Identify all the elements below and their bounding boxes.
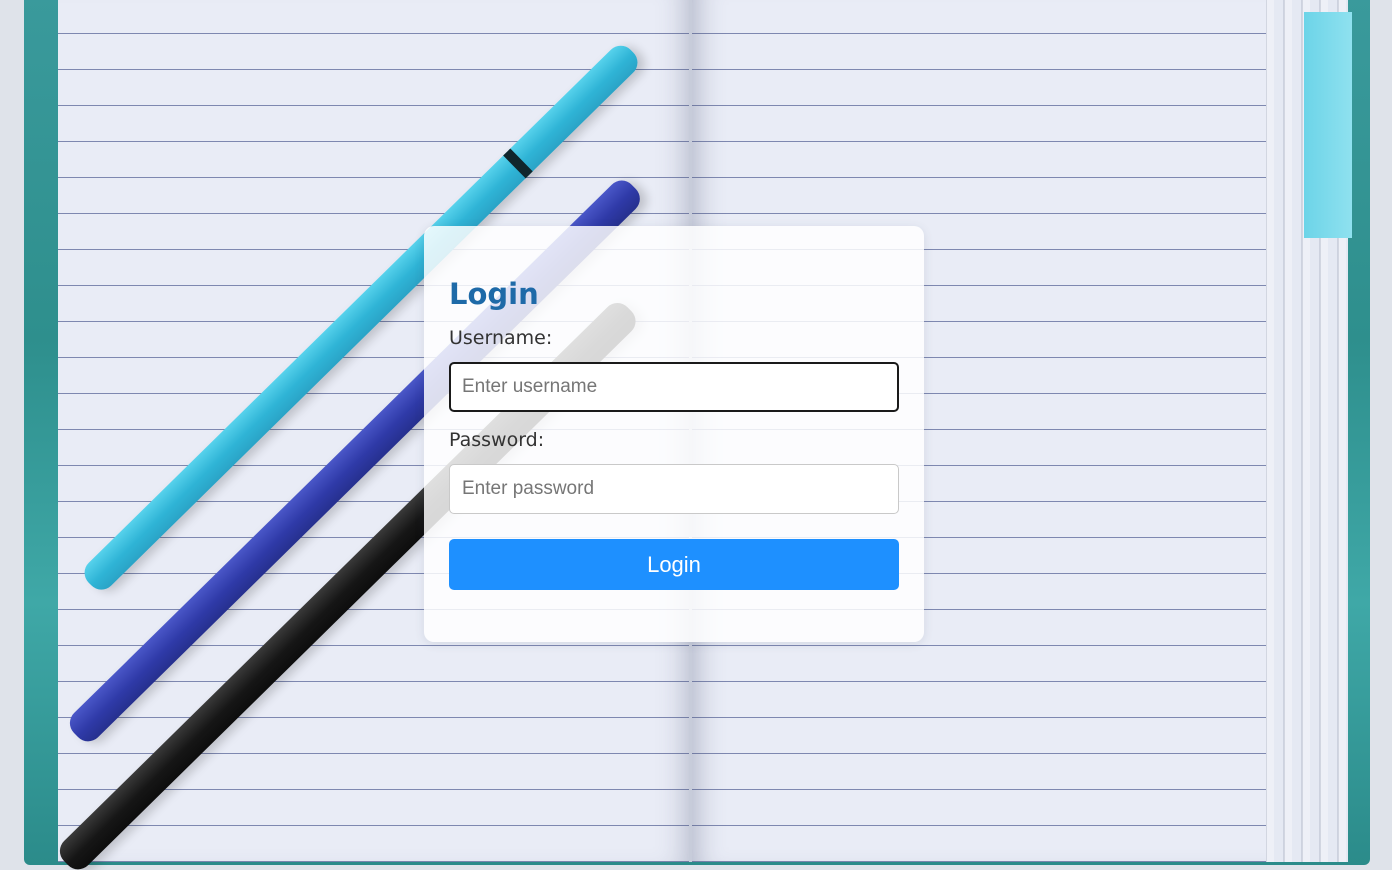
login-form: Login Username: Password: Login — [424, 226, 924, 642]
username-label: Username: — [449, 327, 553, 349]
password-label: Password: — [449, 429, 545, 451]
password-input[interactable] — [449, 464, 899, 514]
login-title: Login — [449, 277, 539, 311]
username-input[interactable] — [449, 362, 899, 412]
login-button[interactable]: Login — [449, 539, 899, 590]
sticky-tab — [1304, 12, 1352, 238]
